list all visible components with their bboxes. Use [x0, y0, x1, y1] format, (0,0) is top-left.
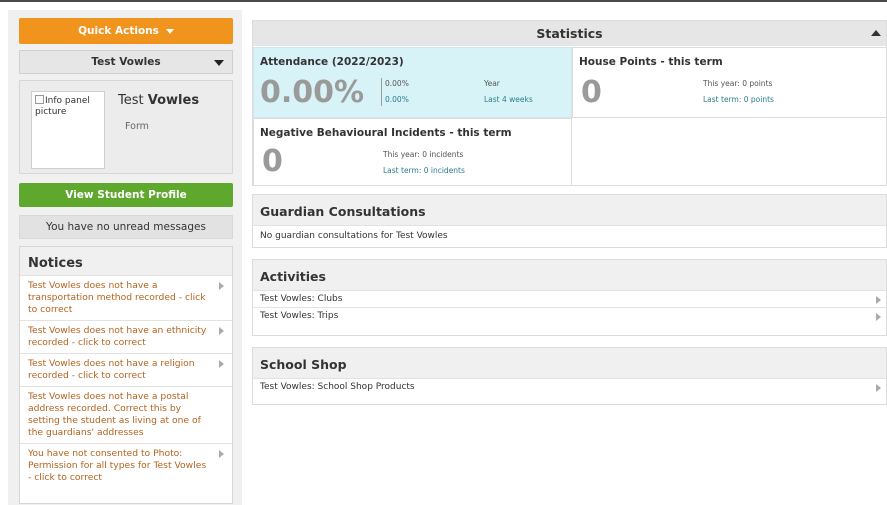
- student-last-name: Vowles: [147, 93, 200, 108]
- negative-incidents-title: Negative Behavioural Incidents - this te…: [260, 127, 512, 139]
- left-sidebar: Quick Actions Test Vowles Info panel pic…: [8, 10, 242, 505]
- notices-title: Notices: [20, 247, 232, 275]
- house-points-title: House Points - this term: [579, 56, 723, 68]
- school-shop-title: School Shop: [253, 348, 886, 378]
- attendance-stat[interactable]: Attendance (2022/2023) 0.00% 0.00% 0.00%…: [253, 47, 572, 118]
- student-name: Test Vowles: [118, 93, 199, 108]
- guardian-consultations-title: Guardian Consultations: [253, 195, 886, 225]
- notice-item[interactable]: Test Vowles does not have a religion rec…: [20, 353, 232, 386]
- guardian-consultations-panel: Guardian Consultations No guardian consu…: [252, 194, 887, 248]
- quick-actions-button[interactable]: Quick Actions: [19, 18, 233, 44]
- activities-row-label: Test Vowles: Trips: [260, 311, 339, 321]
- top-border: [0, 0, 887, 2]
- negative-incidents-this-year: This year: 0 incidents: [383, 150, 464, 159]
- notice-text: Test Vowles does not have a religion rec…: [28, 358, 195, 381]
- house-points-stat[interactable]: House Points - this term 0 This year: 0 …: [572, 47, 887, 118]
- notice-text: You have not consented to Photo: Permiss…: [28, 448, 207, 483]
- student-first-name: Test: [118, 93, 144, 108]
- attendance-last4-value: 0.00%: [385, 95, 409, 104]
- caret-down-icon: [214, 60, 224, 66]
- school-shop-row-products[interactable]: Test Vowles: School Shop Products: [253, 378, 886, 395]
- divider: [381, 78, 382, 106]
- student-select-label: Test Vowles: [91, 56, 161, 68]
- house-points-this-year: This year: 0 points: [703, 79, 773, 88]
- student-select[interactable]: Test Vowles: [19, 50, 233, 74]
- messages-button[interactable]: You have no unread messages: [19, 215, 233, 239]
- attendance-title: Attendance (2022/2023): [260, 56, 404, 68]
- statistics-title: Statistics: [536, 26, 603, 41]
- notice-item[interactable]: Test Vowles does not have an ethnicity r…: [20, 320, 232, 353]
- attendance-last4-label: Last 4 weeks: [484, 95, 533, 104]
- chevron-right-icon: [219, 327, 224, 335]
- negative-incidents-value: 0: [262, 144, 283, 179]
- collapse-icon[interactable]: [871, 30, 881, 36]
- student-picture: Info panel picture: [31, 91, 105, 169]
- notice-text: Test Vowles does not have a postal addre…: [28, 391, 201, 438]
- chevron-right-icon: [876, 313, 881, 321]
- notice-item[interactable]: Test Vowles does not have a transportati…: [20, 275, 232, 320]
- statistics-panel: Statistics Attendance (2022/2023) 0.00% …: [252, 20, 887, 186]
- attendance-year-value: 0.00%: [385, 79, 409, 88]
- chevron-right-icon: [219, 360, 224, 368]
- negative-incidents-stat[interactable]: Negative Behavioural Incidents - this te…: [253, 118, 572, 186]
- form-label: Form: [125, 121, 149, 132]
- activities-title: Activities: [253, 260, 886, 290]
- school-shop-row-label: Test Vowles: School Shop Products: [260, 382, 415, 392]
- notices-panel: Notices Test Vowles does not have a tran…: [19, 246, 233, 504]
- view-student-profile-button[interactable]: View Student Profile: [19, 183, 233, 207]
- house-points-value: 0: [581, 75, 602, 110]
- notice-text: Test Vowles does not have an ethnicity r…: [28, 325, 207, 348]
- chevron-right-icon: [876, 384, 881, 392]
- activities-row-label: Test Vowles: Clubs: [260, 294, 343, 304]
- attendance-value: 0.00%: [260, 75, 365, 110]
- guardian-consultations-text: No guardian consultations for Test Vowle…: [253, 225, 886, 249]
- notice-text: Test Vowles does not have a transportati…: [28, 280, 206, 315]
- chevron-right-icon: [876, 296, 881, 304]
- caret-down-icon: [165, 28, 174, 34]
- notice-item[interactable]: Test Vowles does not have a postal addre…: [20, 386, 232, 443]
- school-shop-panel: School Shop Test Vowles: School Shop Pro…: [252, 347, 887, 405]
- activities-row-clubs[interactable]: Test Vowles: Clubs: [253, 290, 886, 307]
- student-info-panel: Info panel picture Test Vowles Form: [19, 80, 233, 174]
- quick-actions-label: Quick Actions: [78, 25, 159, 37]
- chevron-right-icon: [219, 450, 224, 458]
- activities-panel: Activities Test Vowles: Clubs Test Vowle…: [252, 259, 887, 336]
- chevron-right-icon: [219, 282, 224, 290]
- statistics-header[interactable]: Statistics: [253, 21, 886, 46]
- broken-image-icon: [35, 95, 44, 104]
- notice-item[interactable]: You have not consented to Photo: Permiss…: [20, 443, 232, 488]
- house-points-last-term: Last term: 0 points: [703, 95, 774, 104]
- activities-row-trips[interactable]: Test Vowles: Trips: [253, 307, 886, 324]
- attendance-year-label: Year: [484, 79, 500, 88]
- negative-incidents-last-term: Last term: 0 incidents: [383, 166, 465, 175]
